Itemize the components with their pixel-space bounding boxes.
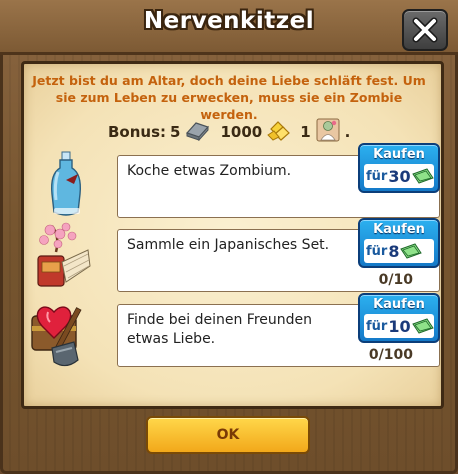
- cash-icon: [411, 168, 434, 184]
- buy-label-2: Kaufen: [373, 222, 425, 237]
- cash-icon: [400, 243, 423, 259]
- ok-label: OK: [216, 427, 240, 443]
- coins-icon: [266, 119, 292, 145]
- task-progress-3: 0/100: [368, 347, 413, 363]
- buy-button-3[interactable]: Kaufen für 10: [358, 293, 440, 343]
- buy-price-2: für 8: [364, 239, 434, 263]
- ok-button[interactable]: OK: [146, 416, 310, 454]
- buy-prefix-3: für: [366, 318, 388, 334]
- japanese-set-icon: [32, 222, 94, 294]
- task-text-2: Sammle ein Japanisches Set.: [127, 237, 330, 253]
- buy-amount-2: 8: [388, 241, 400, 261]
- metal-bar-icon: [184, 119, 210, 145]
- bonus-amount-coins: 1000: [220, 123, 263, 141]
- love-chest-icon: [28, 298, 92, 374]
- buy-amount-3: 10: [388, 316, 411, 336]
- bonus-amount-metal: 5: [170, 123, 181, 141]
- buy-label-1: Kaufen: [373, 147, 425, 162]
- buy-label-3: Kaufen: [373, 297, 425, 312]
- bride-zombie-card-icon: [315, 118, 341, 146]
- buy-price-3: für 10: [364, 314, 434, 338]
- task-text-3: Finde bei deinen Freunden etwas Liebe.: [127, 312, 313, 347]
- bonus-amount-card: 1: [300, 123, 311, 141]
- dialog-title: Nervenkitzel: [143, 8, 315, 34]
- cash-icon: [411, 318, 434, 334]
- bonus-label: Bonus:: [108, 123, 167, 141]
- buy-amount-1: 30: [388, 166, 411, 186]
- buy-price-1: für 30: [364, 164, 434, 188]
- close-icon: [412, 17, 438, 43]
- task-text-1: Koche etwas Zombium.: [127, 163, 292, 179]
- bonus-end-dot: .: [344, 123, 351, 141]
- buy-prefix-2: für: [366, 243, 388, 259]
- zombium-bottle-icon: [44, 150, 88, 224]
- buy-prefix-1: für: [366, 168, 388, 184]
- close-button[interactable]: [402, 9, 448, 51]
- buy-button-2[interactable]: Kaufen für 8: [358, 218, 440, 268]
- task-progress-2: 0/10: [378, 272, 413, 288]
- bonus-row: Bonus: 5 1000 1 .: [108, 118, 354, 146]
- buy-button-1[interactable]: Kaufen für 30: [358, 143, 440, 193]
- intro-text: Jetzt bist du am Altar, doch deine Liebe…: [32, 73, 426, 122]
